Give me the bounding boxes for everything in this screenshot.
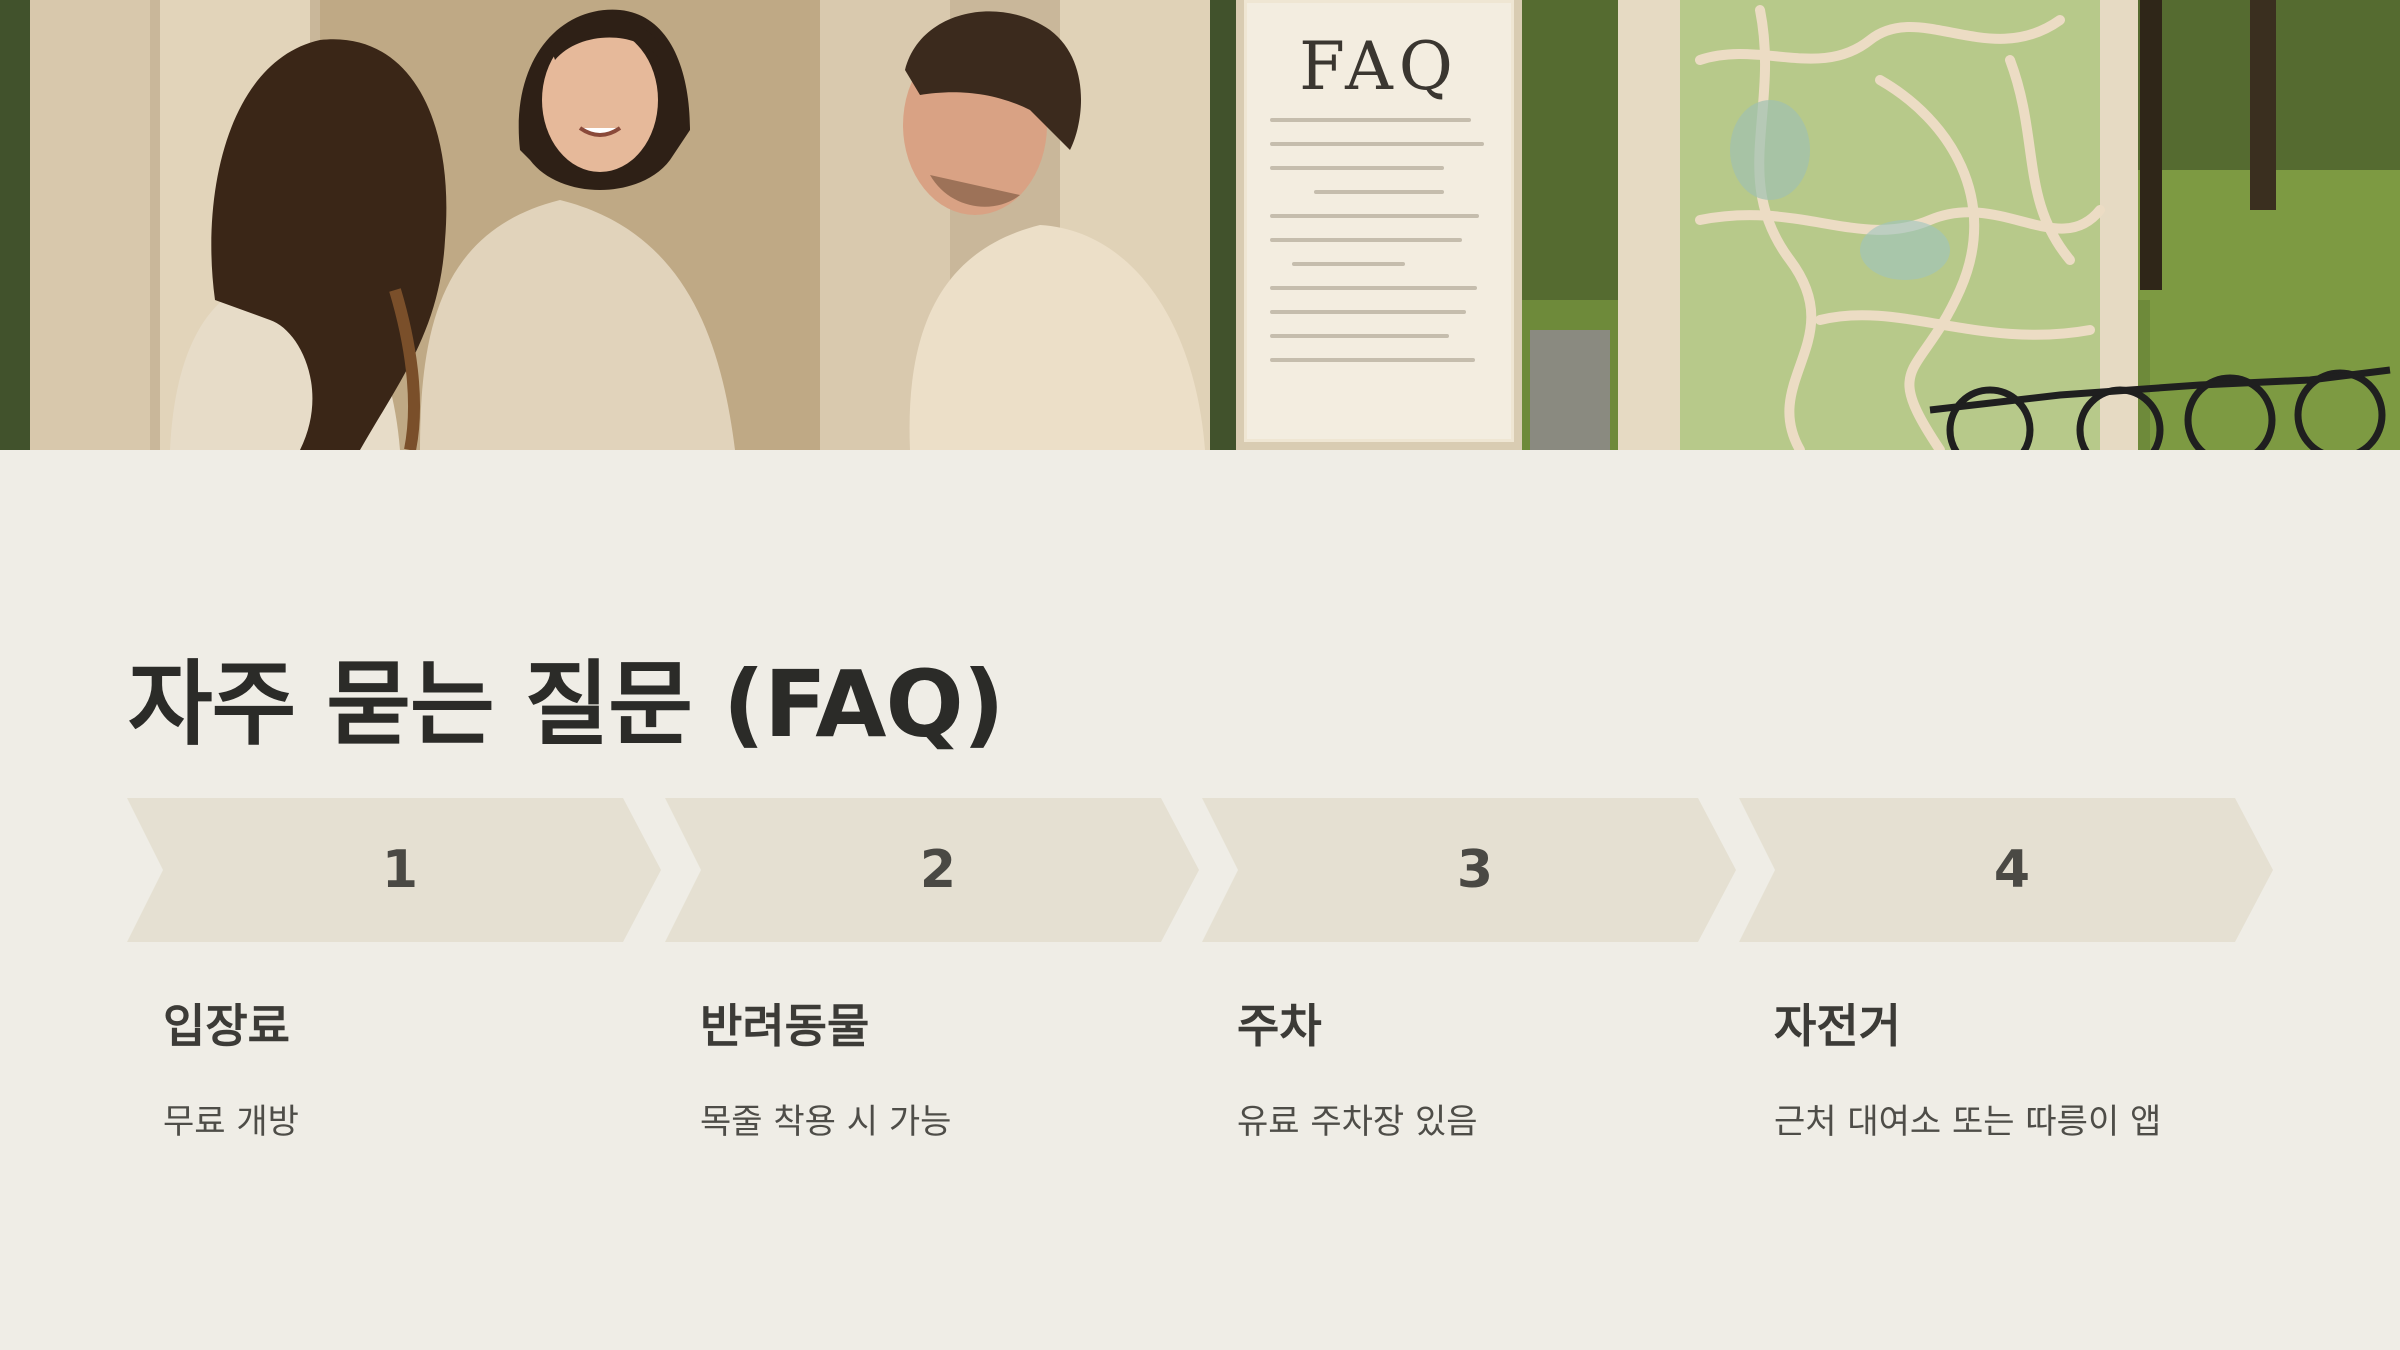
faq-item-heading: 자전거 (1774, 999, 1901, 1053)
slide: FAQ 자주 묻는 질문 (FAQ) 1 2 3 4 입장료 무료 개방 반려동… (0, 0, 2400, 1350)
step-number: 4 (1993, 840, 2031, 900)
step-number: 1 (381, 840, 419, 900)
step-chevron-1: 1 (127, 798, 661, 942)
faq-item-heading: 주차 (1237, 999, 1322, 1053)
faq-item-heading: 반려동물 (700, 999, 870, 1053)
faq-item-description: 유료 주차장 있음 (1237, 1102, 1478, 1142)
faq-item-pets: 반려동물 목줄 착용 시 가능 (700, 990, 1180, 1143)
faq-item-admission: 입장료 무료 개방 (163, 990, 643, 1143)
page-title: 자주 묻는 질문 (FAQ) (128, 651, 1005, 758)
faq-signboard-text-lines (1270, 118, 1488, 382)
faq-signboard: FAQ (1236, 0, 1522, 450)
hero-illustration (0, 0, 2400, 450)
faq-item-description: 근처 대여소 또는 따릉이 앱 (1774, 1102, 2162, 1142)
step-number: 3 (1456, 840, 1494, 900)
step-chevron-4: 4 (1739, 798, 2273, 942)
hero-image: FAQ (0, 0, 2400, 450)
step-number: 2 (919, 840, 957, 900)
faq-signboard-title: FAQ (1299, 28, 1459, 105)
faq-item-bicycle: 자전거 근처 대여소 또는 따릉이 앱 (1774, 990, 2254, 1143)
faq-item-parking: 주차 유료 주차장 있음 (1237, 990, 1717, 1143)
step-chevron-2: 2 (665, 798, 1199, 942)
step-chevrons: 1 2 3 4 (127, 798, 2277, 942)
faq-item-heading: 입장료 (163, 999, 290, 1053)
faq-item-description: 무료 개방 (163, 1102, 299, 1142)
faq-item-description: 목줄 착용 시 가능 (700, 1102, 952, 1142)
step-chevron-3: 3 (1202, 798, 1736, 942)
